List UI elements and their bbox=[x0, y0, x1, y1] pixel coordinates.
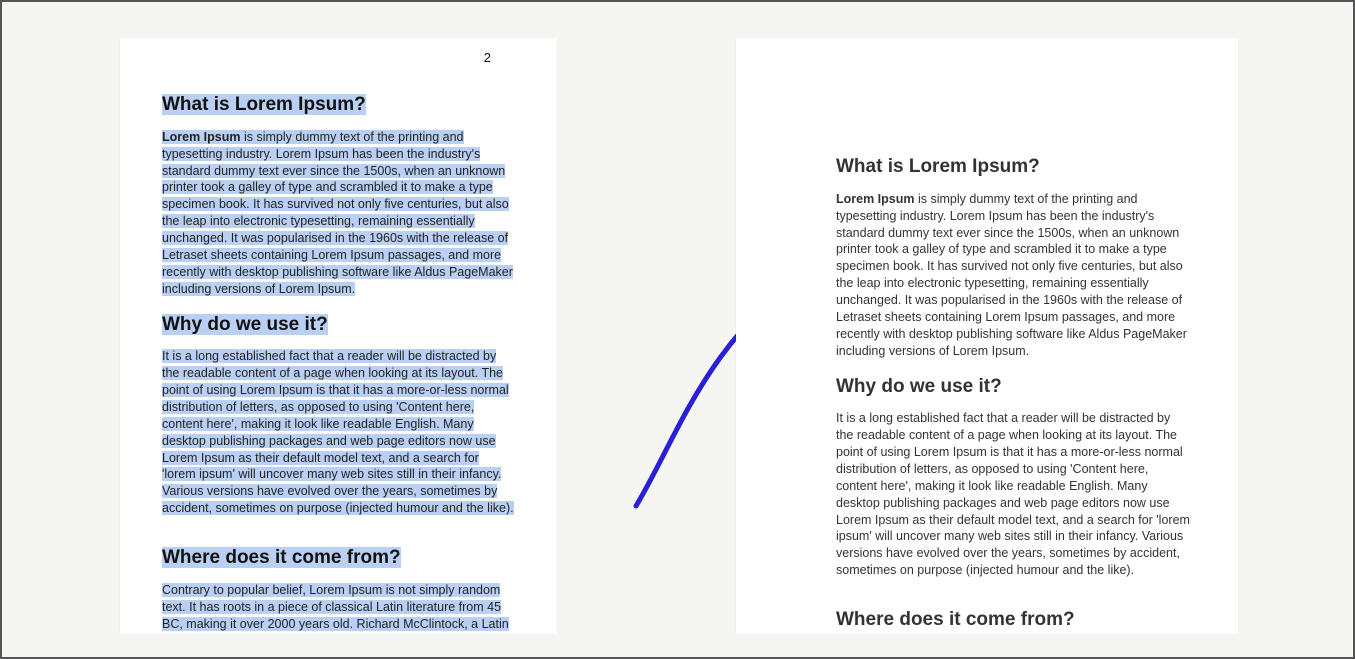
paragraph-why-use: It is a long established fact that a rea… bbox=[162, 348, 515, 517]
heading-where-from: Where does it come from? bbox=[836, 609, 1190, 632]
source-page[interactable]: 2 What is Lorem Ipsum? Lorem Ipsum is si… bbox=[120, 38, 557, 634]
heading-why-use: Why do we use it? bbox=[162, 314, 515, 337]
heading-what-is: What is Lorem Ipsum? bbox=[162, 94, 515, 117]
paragraph-what-is: Lorem Ipsum is simply dummy text of the … bbox=[836, 191, 1190, 360]
result-page[interactable]: What is Lorem Ipsum? Lorem Ipsum is simp… bbox=[736, 38, 1238, 634]
canvas: 2 What is Lorem Ipsum? Lorem Ipsum is si… bbox=[2, 2, 1353, 657]
source-content: What is Lorem Ipsum? Lorem Ipsum is simp… bbox=[162, 94, 515, 634]
heading-where-from: Where does it come from? bbox=[162, 547, 515, 570]
paragraph-where-from: Contrary to popular belief, Lorem Ipsum … bbox=[162, 582, 515, 634]
paragraph-why-use: It is a long established fact that a rea… bbox=[836, 410, 1190, 579]
page-number: 2 bbox=[484, 50, 491, 65]
result-content: What is Lorem Ipsum? Lorem Ipsum is simp… bbox=[836, 156, 1190, 634]
heading-why-use: Why do we use it? bbox=[836, 376, 1190, 399]
paragraph-what-is: Lorem Ipsum is simply dummy text of the … bbox=[162, 129, 515, 298]
heading-what-is: What is Lorem Ipsum? bbox=[836, 156, 1190, 179]
